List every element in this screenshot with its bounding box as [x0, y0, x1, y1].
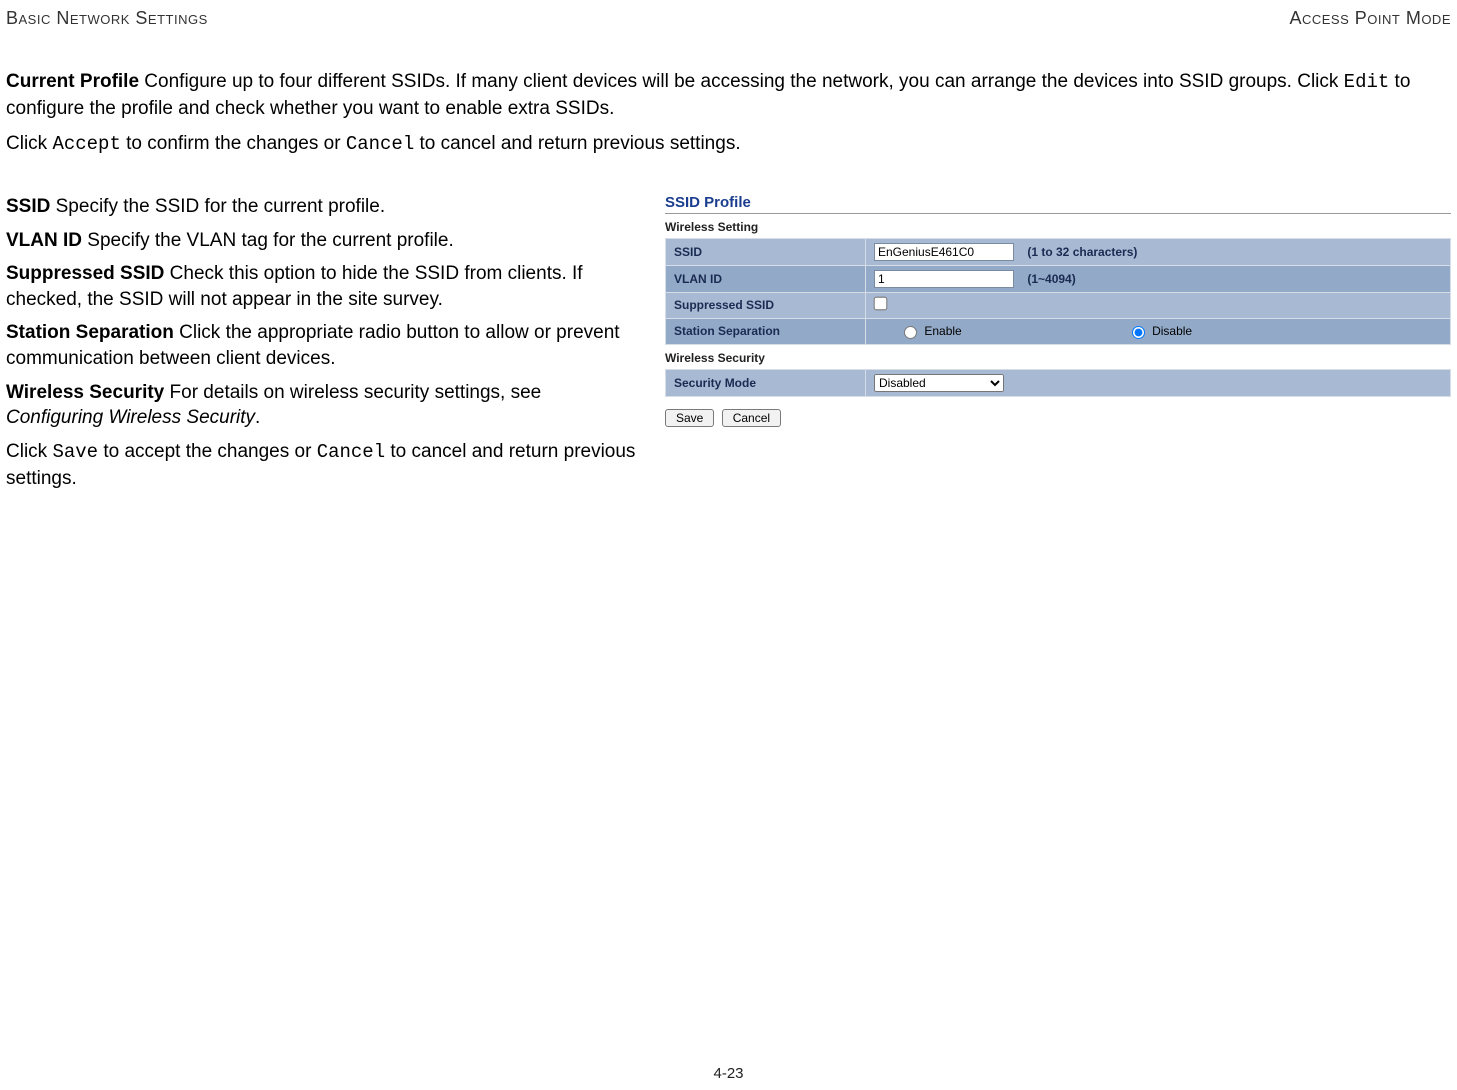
separation-row: Station Separation Enable Disable — [666, 318, 1451, 344]
separation-row-label: Station Separation — [666, 318, 866, 344]
security-mode-row: Security Mode Disabled — [666, 369, 1451, 396]
panel-title: SSID Profile — [665, 194, 1451, 214]
disable-radio[interactable] — [1132, 326, 1145, 339]
wireless-security-heading: Wireless Security — [665, 351, 1451, 365]
security-def-label: Wireless Security — [6, 382, 164, 403]
wireless-security-table: Security Mode Disabled — [665, 369, 1451, 397]
suppressed-checkbox[interactable] — [874, 297, 888, 311]
definitions-column: SSID Specify the SSID for the current pr… — [6, 194, 641, 499]
security-def-text-post: . — [255, 407, 260, 428]
security-mode-label: Security Mode — [666, 369, 866, 396]
current-profile-label: Current Profile — [6, 71, 139, 92]
disable-radio-label[interactable]: Disable — [1132, 324, 1192, 338]
intro2-pre: Click — [6, 133, 52, 154]
cancel-code-2: Cancel — [317, 441, 385, 463]
ssid-input[interactable] — [874, 243, 1014, 261]
ssid-hint: (1 to 32 characters) — [1027, 245, 1137, 259]
intro2-paragraph: Click Accept to confirm the changes or C… — [6, 131, 1451, 158]
edit-code: Edit — [1344, 71, 1390, 93]
page-number: 4-23 — [713, 1065, 743, 1082]
separation-def-label: Station Separation — [6, 322, 174, 343]
vlan-row: VLAN ID (1~4094) — [666, 265, 1451, 292]
disable-radio-text: Disable — [1152, 324, 1192, 338]
suppressed-row-label: Suppressed SSID — [666, 292, 866, 318]
security-mode-select[interactable]: Disabled — [874, 374, 1004, 392]
save-button[interactable]: Save — [665, 409, 714, 427]
security-def-text-pre: For details on wireless security setting… — [164, 382, 541, 403]
save-code: Save — [52, 441, 98, 463]
ssid-def-text: Specify the SSID for the current profile… — [50, 196, 385, 217]
intro2-post: to cancel and return previous settings. — [414, 133, 740, 154]
vlan-hint: (1~4094) — [1027, 272, 1075, 286]
intro-text-before: Configure up to four different SSIDs. If… — [139, 71, 1344, 92]
cancel-code: Cancel — [346, 133, 414, 155]
wireless-setting-table: SSID (1 to 32 characters) VLAN ID (1~409… — [665, 238, 1451, 345]
save-mid: to accept the changes or — [98, 441, 317, 462]
security-def-text-em: Configuring Wireless Security — [6, 407, 255, 428]
ssid-profile-panel: SSID Profile Wireless Setting SSID (1 to… — [665, 194, 1451, 499]
enable-radio-text: Enable — [924, 324, 961, 338]
suppressed-row: Suppressed SSID — [666, 292, 1451, 318]
header-right: Access Point Mode — [1289, 8, 1451, 29]
cancel-button[interactable]: Cancel — [722, 409, 781, 427]
save-pre: Click — [6, 441, 52, 462]
intro2-mid: to confirm the changes or — [121, 133, 346, 154]
wireless-setting-heading: Wireless Setting — [665, 220, 1451, 234]
vlan-def-text: Specify the VLAN tag for the current pro… — [82, 230, 454, 251]
ssid-row: SSID (1 to 32 characters) — [666, 238, 1451, 265]
header-left: Basic Network Settings — [6, 8, 208, 29]
suppressed-def-label: Suppressed SSID — [6, 263, 164, 284]
vlan-row-label: VLAN ID — [666, 265, 866, 292]
ssid-def-label: SSID — [6, 196, 50, 217]
vlan-input[interactable] — [874, 270, 1014, 288]
accept-code: Accept — [52, 133, 120, 155]
enable-radio[interactable] — [904, 326, 917, 339]
ssid-row-label: SSID — [666, 238, 866, 265]
vlan-def-label: VLAN ID — [6, 230, 82, 251]
enable-radio-label[interactable]: Enable — [904, 324, 962, 338]
intro-paragraph: Current Profile Configure up to four dif… — [6, 69, 1451, 121]
